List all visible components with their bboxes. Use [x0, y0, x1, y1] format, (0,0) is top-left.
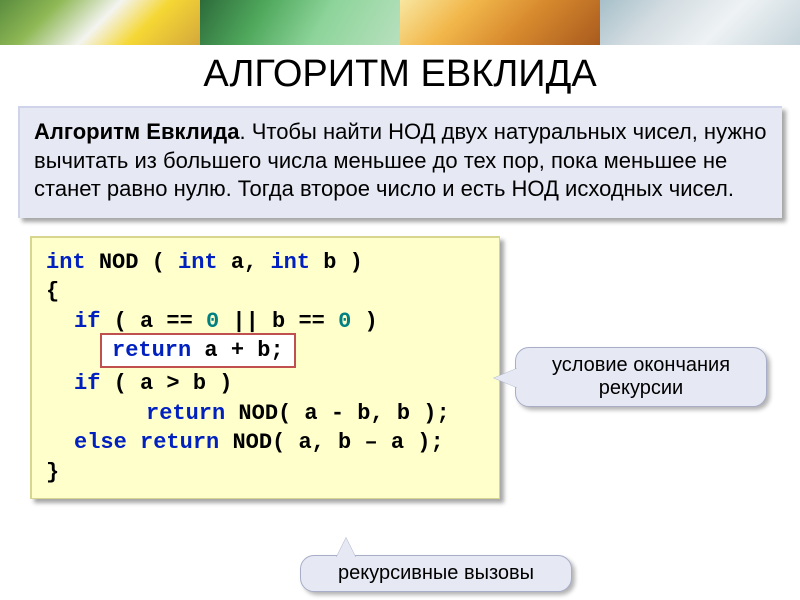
- keyword-int: int: [46, 250, 86, 275]
- season-image-winter: [600, 0, 800, 45]
- callout-text: рекурсивные вызовы: [338, 562, 534, 584]
- description-box: Алгоритм Евклида. Чтобы найти НОД двух н…: [18, 106, 782, 218]
- season-image-autumn: [400, 0, 600, 45]
- function-name: NOD: [99, 250, 139, 275]
- code-line-8: }: [46, 458, 485, 488]
- literal-zero: 0: [338, 309, 351, 334]
- header-image-strip: [0, 0, 800, 45]
- code-line-1: int NOD ( int a, int b ): [46, 248, 485, 278]
- callout-termination-condition: условие окончания рекурсии: [515, 347, 767, 407]
- code-line-5: if ( a > b ): [46, 369, 485, 399]
- literal-zero: 0: [206, 309, 219, 334]
- return-highlight-box: return a + b;: [100, 333, 296, 368]
- description-term: Алгоритм Евклида: [34, 119, 239, 144]
- keyword-return: return: [140, 430, 219, 455]
- callout-recursive-calls: рекурсивные вызовы: [300, 555, 572, 592]
- keyword-int: int: [178, 250, 218, 275]
- keyword-if: if: [74, 371, 100, 396]
- code-line-7: else return NOD( a, b – a );: [46, 428, 485, 458]
- keyword-int: int: [270, 250, 310, 275]
- keyword-return: return: [112, 338, 191, 363]
- code-line-2: {: [46, 277, 485, 307]
- keyword-if: if: [74, 309, 100, 334]
- function-call: NOD: [238, 401, 278, 426]
- slide-title: АЛГОРИТМ ЕВКЛИДА: [0, 53, 800, 96]
- callout-line: рекурсии: [599, 377, 683, 399]
- callout-line: условие окончания: [552, 354, 730, 376]
- function-call: NOD: [232, 430, 272, 455]
- code-line-6: return NOD( a - b, b );: [46, 399, 485, 429]
- season-image-summer: [200, 0, 400, 45]
- keyword-return: return: [146, 401, 225, 426]
- season-image-spring: [0, 0, 200, 45]
- keyword-else: else: [74, 430, 127, 455]
- code-area: int NOD ( int a, int b ) { if ( a == 0 |…: [30, 236, 500, 499]
